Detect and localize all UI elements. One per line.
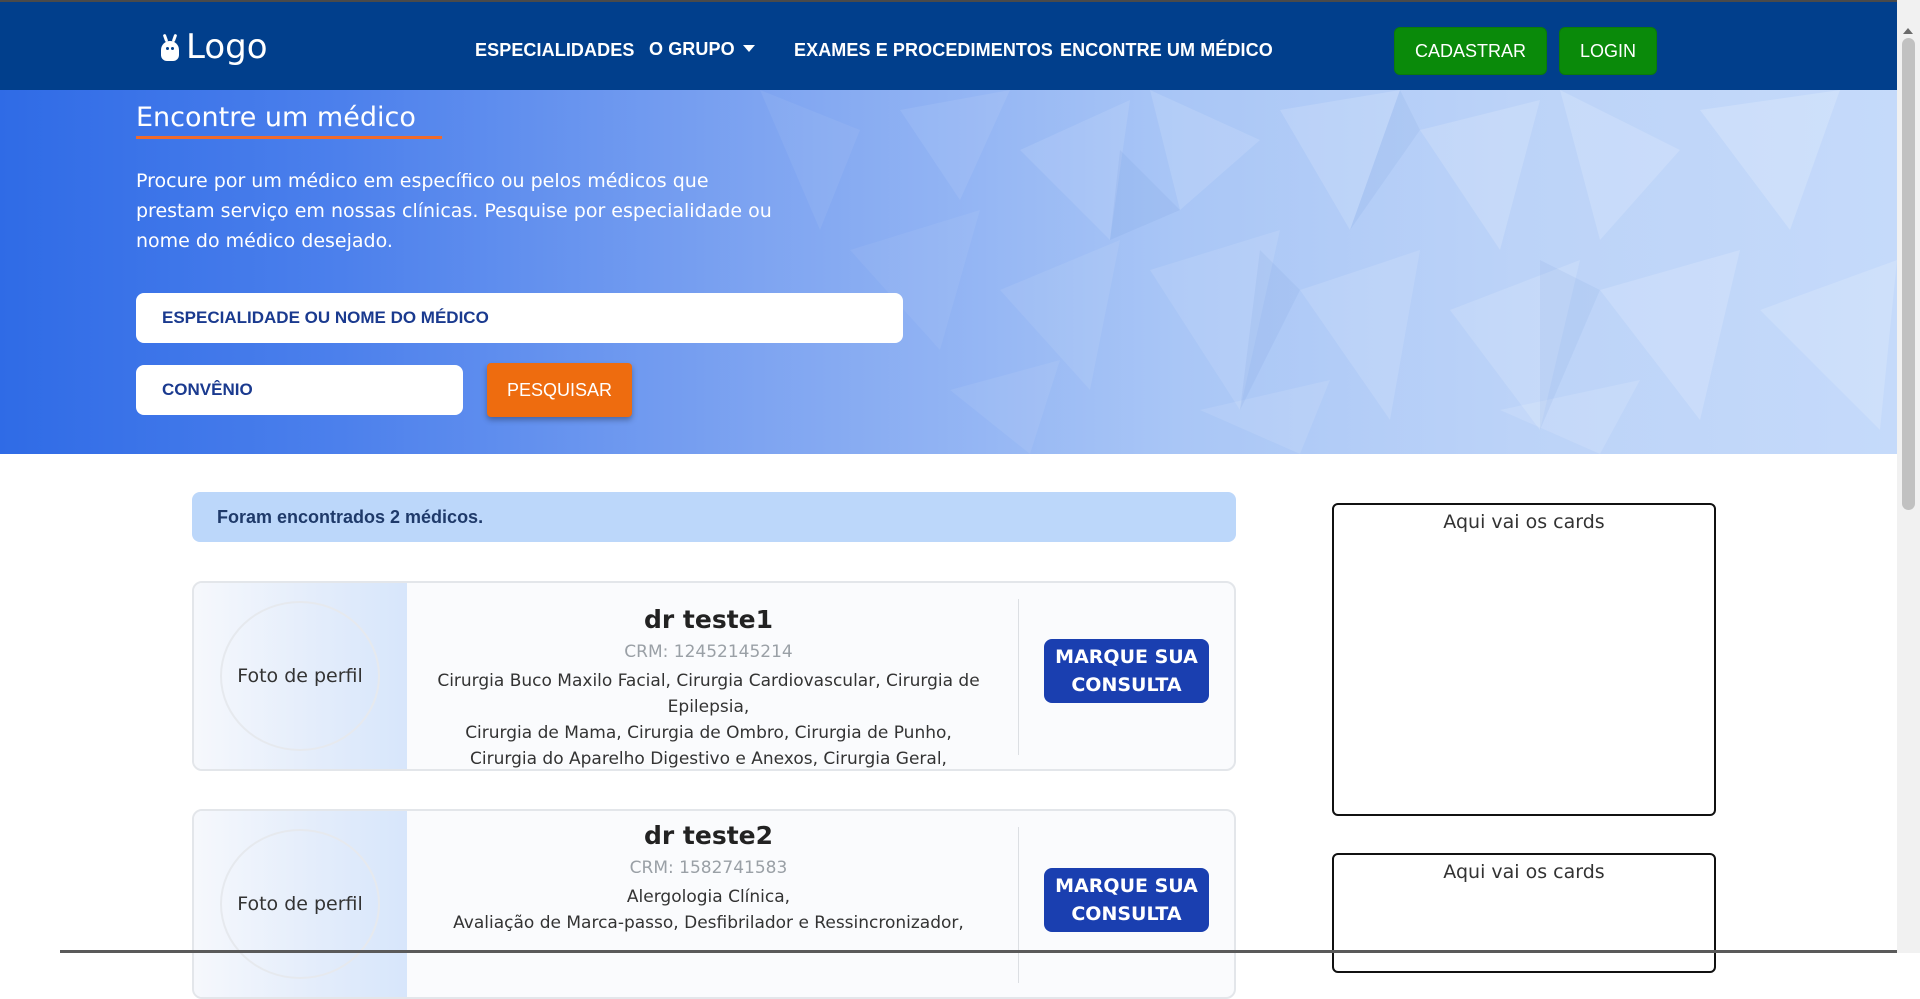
specialty-line: Cirurgia do Aparelho Digestivo e Anexos,… <box>470 749 947 769</box>
profile-photo: Foto de perfil <box>220 601 380 751</box>
sidebar-card: Aqui vai os cards <box>1332 503 1716 816</box>
doctor-info: dr teste2 CRM: 1582741583 Alergologia Cl… <box>407 811 1010 997</box>
sidebar-card-text: Aqui vai os cards <box>1443 511 1605 533</box>
specialty-input-placeholder: ESPECIALIDADE OU NOME DO MÉDICO <box>162 308 489 327</box>
doctor-specialties: Cirurgia Buco Maxilo Facial, Cirurgia Ca… <box>407 668 1010 769</box>
search-button[interactable]: PESQUISAR <box>487 363 632 417</box>
card-divider <box>1018 827 1019 983</box>
profile-photo-label: Foto de perfil <box>237 893 363 915</box>
nav-link-especialidades[interactable]: ESPECIALIDADES <box>475 40 634 61</box>
hero-description: Procure por um médico em específico ou p… <box>136 170 772 252</box>
book-appointment-button[interactable]: MARQUE SUA CONSULTA <box>1044 639 1209 703</box>
hero-title-underline <box>136 136 442 139</box>
site-logo[interactable]: Logo <box>160 26 268 68</box>
specialty-line: Avaliação de Marca-passo, Desfibrilador … <box>453 913 964 933</box>
register-button[interactable]: CADASTRAR <box>1394 27 1547 75</box>
top-navbar: Logo ESPECIALIDADES O GRUPO EXAMES E PRO… <box>0 2 1897 90</box>
specialty-or-name-input[interactable]: ESPECIALIDADE OU NOME DO MÉDICO <box>136 293 903 343</box>
doctor-specialties: Alergologia Clínica, Avaliação de Marca-… <box>407 884 1010 936</box>
nav-link-o-grupo[interactable]: O GRUPO <box>649 39 755 60</box>
insurance-input[interactable]: CONVÊNIO <box>136 365 463 415</box>
android-icon <box>160 33 180 61</box>
doctor-info: dr teste1 CRM: 12452145214 Cirurgia Buco… <box>407 583 1010 769</box>
profile-photo: Foto de perfil <box>220 829 380 979</box>
specialty-line: Cirurgia Buco Maxilo Facial, Cirurgia Ca… <box>437 671 980 717</box>
nav-link-exames[interactable]: EXAMES E PROCEDIMENTOS <box>794 40 1053 61</box>
page-scrollbar[interactable] <box>1897 0 1920 953</box>
book-appointment-button[interactable]: MARQUE SUA CONSULTA <box>1044 868 1209 932</box>
results-count-alert: Foram encontrados 2 médicos. <box>192 492 1236 542</box>
hero-title: Encontre um médico <box>136 102 416 133</box>
hero-search-section: Encontre um médico Procure por um médico… <box>0 90 1897 454</box>
scroll-up-arrow-icon[interactable] <box>1903 28 1913 34</box>
nav-link-o-grupo-label: O GRUPO <box>649 39 735 59</box>
card-divider <box>1018 599 1019 755</box>
login-button[interactable]: LOGIN <box>1559 27 1657 75</box>
sidebar-card-text: Aqui vai os cards <box>1443 861 1605 883</box>
profile-photo-label: Foto de perfil <box>237 665 363 687</box>
insurance-input-placeholder: CONVÊNIO <box>162 380 253 399</box>
results-count-text: Foram encontrados 2 médicos. <box>217 506 484 527</box>
doctor-name: dr teste2 <box>643 821 774 850</box>
doctor-card: Foto de perfil dr teste2 CRM: 1582741583… <box>192 809 1236 999</box>
logo-text: Logo <box>186 27 268 67</box>
specialty-line: Cirurgia de Mama, Cirurgia de Ombro, Cir… <box>465 723 952 743</box>
specialty-line: Alergologia Clínica, <box>626 887 791 907</box>
doctor-card: Foto de perfil dr teste1 CRM: 1245214521… <box>192 581 1236 771</box>
doctor-name: dr teste1 <box>643 605 774 634</box>
doctor-crm: CRM: 12452145214 <box>624 642 793 662</box>
nav-link-encontre-medico[interactable]: ENCONTRE UM MÉDICO <box>1060 40 1273 61</box>
sidebar-card: Aqui vai os cards <box>1332 853 1716 973</box>
caret-down-icon <box>742 44 755 52</box>
doctor-crm: CRM: 1582741583 <box>629 858 788 878</box>
scrollbar-thumb[interactable] <box>1902 38 1915 510</box>
